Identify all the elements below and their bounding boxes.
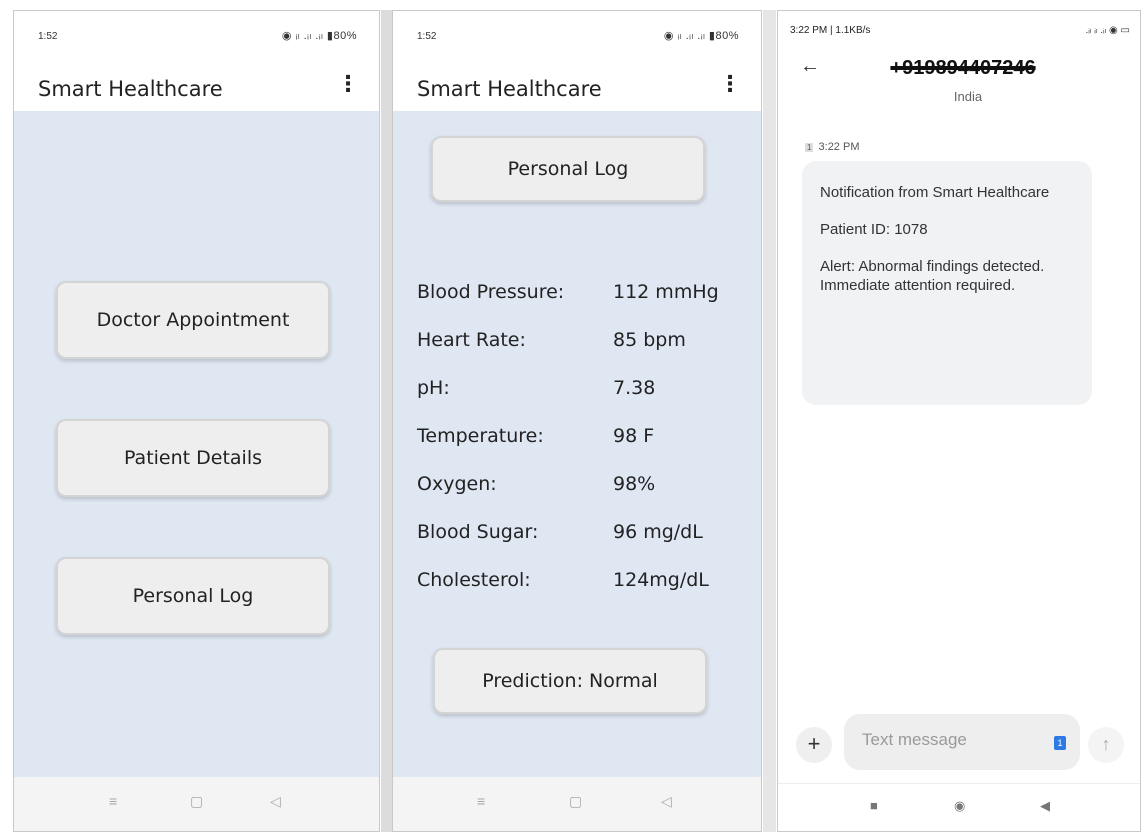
- vital-value: 85 bpm: [613, 329, 686, 351]
- patient-details-button[interactable]: Patient Details: [56, 419, 330, 497]
- vital-value: 96 mg/dL: [613, 521, 703, 543]
- personal-log-button[interactable]: Personal Log: [56, 557, 330, 635]
- vital-label: Temperature:: [417, 425, 544, 447]
- menu-nav-icon[interactable]: ≡: [477, 793, 485, 809]
- vital-row-ph: pH: 7.38: [417, 377, 655, 399]
- overflow-menu-icon[interactable]: ⋮: [337, 73, 359, 95]
- home-nav-icon[interactable]: ◉: [954, 798, 965, 814]
- sim-badge-icon: 1: [805, 143, 814, 152]
- timestamp-text: 3:22 PM: [818, 141, 860, 153]
- system-nav-bar: ■ ◉ ◀: [778, 783, 1140, 831]
- message-bubble[interactable]: Notification from Smart Healthcare Patie…: [802, 161, 1092, 405]
- phone-screen-home: 1:52 ◉ ᵢₗ .ᵢₗ .ᵢₗ ▮80% Smart Healthcare …: [13, 10, 380, 832]
- send-button[interactable]: ↑: [1088, 727, 1124, 763]
- text-message-input[interactable]: [862, 730, 1032, 750]
- back-nav-icon[interactable]: ◁: [270, 793, 281, 810]
- vital-row-blood-pressure: Blood Pressure: 112 mmHg: [417, 281, 719, 303]
- app-title: Smart Healthcare: [417, 77, 602, 101]
- contact-phone-number: +919894407246: [890, 57, 1036, 79]
- doctor-appointment-button[interactable]: Doctor Appointment: [56, 281, 330, 359]
- home-nav-icon[interactable]: ▢: [569, 793, 582, 810]
- divider: [381, 10, 392, 832]
- status-icons: .ᵢₗ ᵢₗ .ᵢₗ ◉ ▭: [1085, 25, 1130, 36]
- phone-screen-messages: 3:22 PM | 1.1KB/s .ᵢₗ ᵢₗ .ᵢₗ ◉ ▭ ← +9198…: [777, 10, 1141, 832]
- vital-row-oxygen: Oxygen: 98%: [417, 473, 655, 495]
- vital-row-cholesterol: Cholesterol: 124mg/dL: [417, 569, 709, 591]
- vital-label: pH:: [417, 377, 450, 399]
- vital-value: 98 F: [613, 425, 655, 447]
- back-nav-icon[interactable]: ◁: [661, 793, 672, 810]
- status-time-speed: 3:22 PM | 1.1KB/s: [790, 25, 871, 36]
- home-nav-icon[interactable]: ▢: [190, 793, 203, 810]
- home-content: Doctor Appointment Patient Details Perso…: [14, 111, 379, 779]
- system-nav-bar: ≡ ▢ ◁: [393, 777, 761, 831]
- back-arrow-icon[interactable]: ←: [800, 55, 820, 78]
- contact-country: India: [953, 89, 983, 104]
- status-time: 1:52: [417, 31, 437, 42]
- vital-row-blood-sugar: Blood Sugar: 96 mg/dL: [417, 521, 703, 543]
- message-line-source: Notification from Smart Healthcare: [820, 184, 1050, 201]
- vital-label: Oxygen:: [417, 473, 497, 495]
- status-time: 1:52: [38, 31, 58, 42]
- status-icons: ◉ ᵢₗ .ᵢₗ .ᵢₗ ▮80%: [663, 30, 739, 42]
- vital-row-temperature: Temperature: 98 F: [417, 425, 654, 447]
- vital-row-heart-rate: Heart Rate: 85 bpm: [417, 329, 686, 351]
- overflow-menu-icon[interactable]: ⋮: [719, 73, 741, 95]
- vital-value: 98%: [613, 473, 656, 495]
- personal-log-content: Personal Log Blood Pressure: 112 mmHg He…: [393, 111, 761, 779]
- vital-value: 112 mmHg: [613, 281, 719, 303]
- sim-select-icon[interactable]: 1: [1054, 736, 1066, 750]
- status-bar: 3:22 PM | 1.1KB/s .ᵢₗ ᵢₗ .ᵢₗ ◉ ▭: [790, 25, 1130, 36]
- status-icons: ◉ ᵢₗ .ᵢₗ .ᵢₗ ▮80%: [281, 30, 357, 42]
- app-bar: Smart Healthcare ⋮: [393, 69, 761, 109]
- status-bar: 1:52 ◉ ᵢₗ .ᵢₗ .ᵢₗ ▮80%: [393, 11, 761, 55]
- vital-label: Blood Pressure:: [417, 281, 565, 303]
- back-nav-icon[interactable]: ◀: [1040, 798, 1050, 814]
- phone-screen-personal-log: 1:52 ◉ ᵢₗ .ᵢₗ .ᵢₗ ▮80% Smart Healthcare …: [392, 10, 762, 832]
- vital-label: Blood Sugar:: [417, 521, 539, 543]
- vital-value: 124mg/dL: [613, 569, 709, 591]
- attach-plus-button[interactable]: +: [796, 727, 832, 763]
- status-bar: 1:52 ◉ ᵢₗ .ᵢₗ .ᵢₗ ▮80%: [14, 11, 379, 55]
- message-timestamp: 1 3:22 PM: [805, 141, 859, 153]
- divider: [763, 10, 776, 832]
- recents-nav-icon[interactable]: ■: [870, 798, 878, 813]
- system-nav-bar: ≡ ▢ ◁: [14, 777, 379, 831]
- vital-label: Cholesterol:: [417, 569, 531, 591]
- app-bar: Smart Healthcare ⋮: [14, 69, 379, 109]
- message-line-patient-id: Patient ID: 1078: [820, 221, 928, 238]
- message-line-alert: Alert: Abnormal findings detected. Immed…: [820, 258, 1045, 294]
- vital-label: Heart Rate:: [417, 329, 526, 351]
- vital-value: 7.38: [613, 377, 656, 399]
- menu-nav-icon[interactable]: ≡: [109, 793, 117, 809]
- app-title: Smart Healthcare: [38, 77, 223, 101]
- personal-log-header-button[interactable]: Personal Log: [431, 136, 705, 202]
- compose-box[interactable]: 1: [844, 714, 1080, 770]
- prediction-button[interactable]: Prediction: Normal: [433, 648, 707, 714]
